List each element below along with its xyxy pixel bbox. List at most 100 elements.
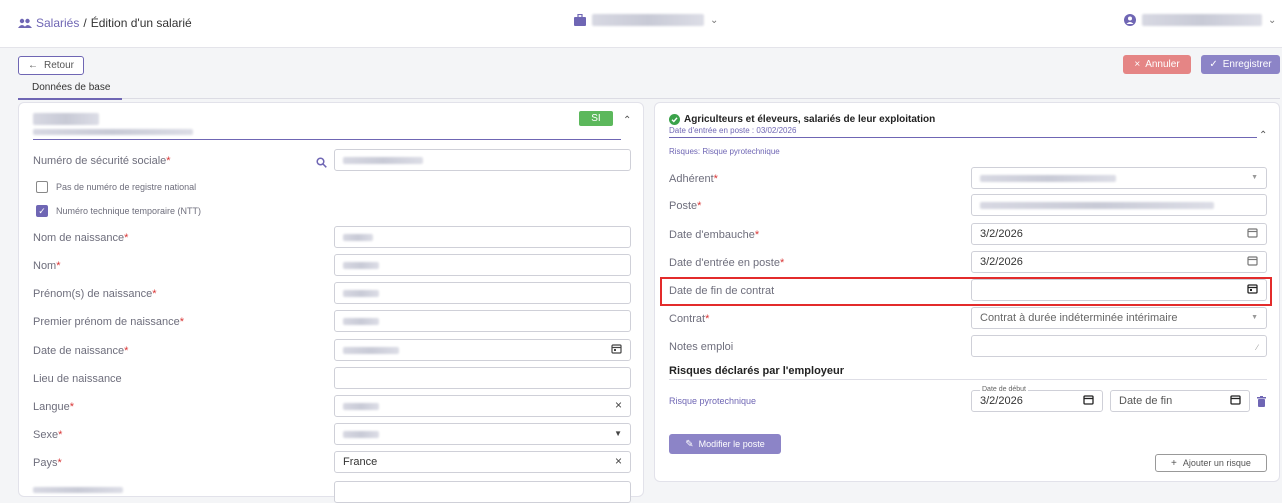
breadcrumb-current: Édition d'un salarié: [90, 16, 192, 30]
post-input[interactable]: [971, 194, 1267, 216]
user-name-redacted: [1142, 14, 1262, 26]
save-button[interactable]: ✓ Enregistrer: [1201, 55, 1280, 74]
user-menu[interactable]: ⌄: [1124, 14, 1276, 26]
check-circle-icon: [669, 114, 680, 125]
birth-name-input[interactable]: [334, 226, 631, 248]
modify-post-button[interactable]: ✎ Modifier le poste: [669, 434, 781, 454]
chevron-up-icon[interactable]: ⌃: [623, 115, 631, 126]
tab-bar: Données de base: [18, 77, 1280, 100]
back-button-label: Retour: [43, 60, 74, 71]
contract-label: Contrat*: [669, 313, 710, 325]
sex-redacted: [343, 431, 379, 438]
chevron-up-icon[interactable]: ⌃: [1259, 130, 1267, 141]
plus-icon: +: [1171, 457, 1177, 469]
search-icon[interactable]: [316, 157, 327, 168]
arrow-left-icon: ←: [27, 60, 38, 71]
birth-name-label: Nom de naissance*: [33, 232, 129, 244]
entry-date-label: Date d'entrée en poste*: [669, 257, 785, 269]
birth-place-input[interactable]: [334, 367, 631, 389]
chevron-down-icon: ⌄: [710, 14, 719, 26]
nss-value-redacted: [343, 157, 423, 164]
contract-value: Contrat à durée indéterminée intérimaire: [980, 312, 1178, 324]
check-icon: ✓: [1209, 59, 1218, 70]
clear-icon[interactable]: ×: [615, 454, 622, 468]
birth-place-label: Lieu de naissance: [33, 373, 122, 385]
risk-end-date-input[interactable]: Date de fin: [1110, 390, 1250, 412]
resize-handle-icon[interactable]: ∕: [1257, 343, 1258, 352]
declared-risks-divider: [669, 379, 1267, 380]
header-divider: [33, 139, 621, 140]
post-label: Poste*: [669, 200, 702, 212]
country-label: Pays*: [33, 457, 62, 469]
risk-name: Risque pyrotechnique: [669, 396, 757, 406]
breadcrumb-separator: /: [83, 16, 87, 30]
risk-start-date-input[interactable]: Date de début 3/2/2026: [971, 386, 1103, 412]
sex-label: Sexe*: [33, 429, 63, 441]
member-redacted: [980, 175, 1116, 182]
entry-date-value: 3/2/2026: [980, 256, 1023, 268]
employee-name-redacted: [33, 113, 99, 125]
trash-icon[interactable]: [1257, 396, 1266, 407]
no-registry-label: Pas de numéro de registre national: [56, 182, 197, 192]
job-header-divider: [669, 137, 1257, 138]
next-field-input-cut[interactable]: [334, 481, 631, 503]
user-icon: [1124, 14, 1136, 26]
member-select[interactable]: ▼: [971, 167, 1267, 189]
organization-selector[interactable]: ⌄: [574, 14, 718, 26]
country-select[interactable]: France ×: [334, 451, 631, 473]
end-date-placeholder: Date de fin: [1119, 395, 1173, 407]
calendar-icon[interactable]: [1083, 394, 1094, 405]
ntt-checkbox[interactable]: ✓: [36, 205, 48, 217]
no-registry-checkbox[interactable]: [36, 181, 48, 193]
calendar-icon[interactable]: [1247, 227, 1258, 238]
close-icon: ×: [1134, 59, 1141, 70]
contract-select[interactable]: Contrat à durée indéterminée intérimaire…: [971, 307, 1267, 329]
language-redacted: [343, 403, 379, 410]
cancel-button-label: Annuler: [1145, 59, 1180, 70]
modify-post-button-label: Modifier le poste: [698, 439, 765, 449]
nss-label: Numéro de sécurité sociale*: [33, 155, 171, 167]
job-notes-textarea[interactable]: ∕: [971, 335, 1267, 357]
save-button-label: Enregistrer: [1222, 59, 1272, 70]
entry-date-input[interactable]: 3/2/2026: [971, 251, 1267, 273]
first-firstname-redacted: [343, 318, 379, 325]
calendar-icon[interactable]: [611, 343, 622, 354]
hire-date-input[interactable]: 3/2/2026: [971, 223, 1267, 245]
birth-date-label: Date de naissance*: [33, 345, 129, 357]
calendar-icon[interactable]: [1230, 394, 1241, 405]
declared-risks-title: Risques déclarés par l'employeur: [669, 365, 845, 377]
birth-name-redacted: [343, 234, 373, 241]
chevron-down-icon: ⌄: [1268, 14, 1277, 26]
add-risk-button-label: Ajouter un risque: [1182, 458, 1251, 468]
add-risk-button[interactable]: + Ajouter un risque: [1155, 454, 1267, 472]
birth-date-input[interactable]: [334, 339, 631, 361]
job-notes-label: Notes emploi: [669, 341, 734, 353]
sex-select[interactable]: ▼: [334, 423, 631, 445]
name-label: Nom*: [33, 260, 61, 272]
caret-down-icon[interactable]: ▼: [614, 429, 622, 438]
start-date-legend: Date de début: [980, 386, 1028, 394]
back-button[interactable]: ← Retour: [18, 56, 84, 75]
breadcrumb-employees-link[interactable]: Salariés: [36, 16, 79, 30]
job-title: Agriculteurs et éleveurs, salariés de le…: [684, 114, 936, 125]
caret-down-icon[interactable]: ▼: [1251, 314, 1258, 321]
briefcase-icon: [574, 14, 586, 26]
users-icon: [18, 18, 32, 28]
si-badge: SI: [579, 111, 613, 126]
caret-down-icon[interactable]: ▼: [1251, 174, 1258, 181]
tab-base-data[interactable]: Données de base: [18, 82, 123, 100]
name-redacted: [343, 262, 379, 269]
nss-input[interactable]: [334, 149, 631, 171]
calendar-icon[interactable]: [1247, 255, 1258, 266]
clear-icon[interactable]: ×: [615, 398, 622, 412]
country-value: France: [343, 456, 378, 468]
risks-text: Risques: Risque pyrotechnique: [669, 147, 780, 156]
next-field-label-redacted: [33, 487, 123, 493]
hire-date-value: 3/2/2026: [980, 228, 1023, 240]
cancel-button[interactable]: × Annuler: [1123, 55, 1191, 74]
language-select[interactable]: ×: [334, 395, 631, 417]
birth-firstnames-input[interactable]: [334, 282, 631, 304]
first-firstname-input[interactable]: [334, 310, 631, 332]
name-input[interactable]: [334, 254, 631, 276]
member-label: Adhérent*: [669, 173, 718, 185]
